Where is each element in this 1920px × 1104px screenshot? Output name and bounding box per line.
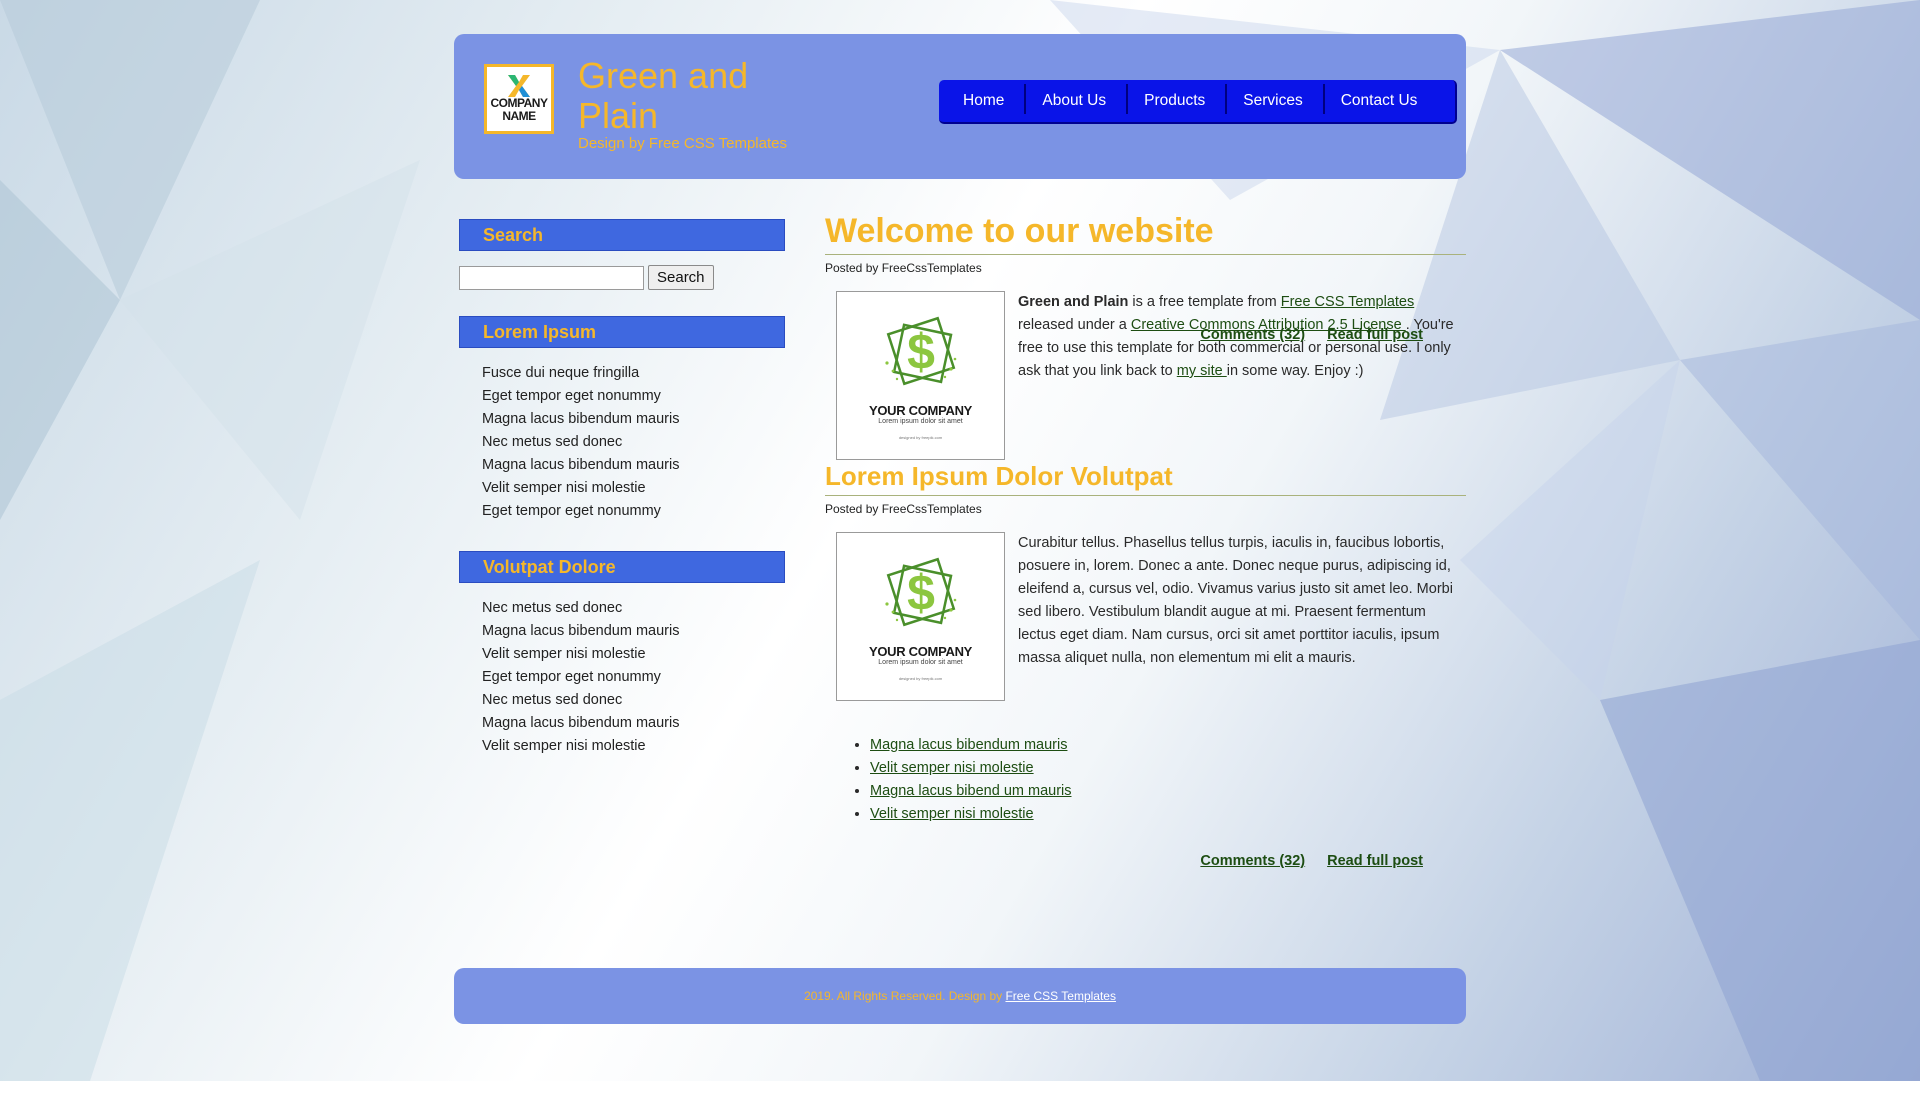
svg-text:$: $ [907,324,935,380]
list-item[interactable]: Fusce dui neque fringilla [482,362,785,385]
read-full-post-link[interactable]: Read full post [1327,853,1423,869]
search-button[interactable]: Search [648,265,714,290]
lorem-ipsum-heading: Lorem Ipsum [459,316,785,348]
logo-x-icon [508,75,530,97]
footer-text: 2019. All Rights Reserved. Design by [804,989,1006,1003]
search-heading: Search [459,219,785,251]
list-item: Magna lacus bibendum mauris [870,734,1466,757]
list-item[interactable]: Nec metus sed donec [482,597,785,620]
post-text-fragment: released under a [1018,317,1131,333]
nav-services[interactable]: Services [1227,84,1326,114]
nav-products[interactable]: Products [1128,84,1228,114]
list-item[interactable]: Magna lacus bibendum mauris [482,408,785,431]
bullet-link[interactable]: Velit semper nisi molestie [870,760,1034,776]
list-item[interactable]: Magna lacus bibendum mauris [482,712,785,735]
post-strong-text: Green and Plain [1018,294,1129,310]
nav-home[interactable]: Home [947,84,1027,114]
search-input[interactable] [459,265,644,290]
list-item[interactable]: Velit semper nisi molestie [482,643,785,666]
list-item[interactable]: Magna lacus bibendum mauris [482,454,785,477]
license-link[interactable]: Creative Commons Attribution 2.5 License [1131,317,1406,333]
bullet-link[interactable]: Magna lacus bibend um mauris [870,783,1072,799]
list-item[interactable]: Eget tempor eget nonummy [482,666,785,689]
post-byline: Posted by FreeCssTemplates [825,261,982,275]
lorem-ipsum-list: Fusce dui neque fringilla Eget tempor eg… [459,362,785,523]
thumb-company: YOUR COMPANY [868,644,973,659]
post-welcome: Welcome to our website Posted by FreeCss… [825,211,1466,460]
list-item[interactable]: Magna lacus bibendum mauris [482,620,785,643]
footer-link[interactable]: Free CSS Templates [1005,989,1116,1003]
post-text: Green and Plain is a free template from … [1018,291,1466,383]
post-links: Comments (32) Read full post [825,853,1466,869]
site-footer: 2019. All Rights Reserved. Design by Fre… [454,968,1466,1024]
list-item[interactable]: Eget tempor eget nonummy [482,385,785,408]
sidebar: Search Search Lorem Ipsum Fusce dui nequ… [459,219,785,786]
thumb-tagline: Lorem ipsum dolor sit amet [878,659,963,666]
list-item: Magna lacus bibend um mauris [870,780,1466,803]
main-nav: Home About Us Products Services Contact … [939,80,1457,124]
thumb-credit: designed by freepik.com [898,435,943,440]
site-title[interactable]: Green and Plain [578,56,778,136]
logo-text-line2: NAME [502,109,536,123]
list-item[interactable]: Nec metus sed donec [482,689,785,712]
list-item[interactable]: Nec metus sed donec [482,431,785,454]
search-form: Search [459,265,785,290]
nav-contact-us[interactable]: Contact Us [1325,92,1440,110]
bullet-link[interactable]: Magna lacus bibendum mauris [870,737,1067,753]
nav-about-us[interactable]: About Us [1026,84,1128,114]
company-logo[interactable]: COMPANY NAME [484,64,554,134]
dollar-logo-icon: $ [884,557,956,627]
post-bullet-list: Magna lacus bibendum mauris Velit semper… [825,734,1466,826]
post-text-fragment: is a free template from [1128,294,1281,310]
page-container: COMPANY NAME Green and Plain Design by F… [454,34,1466,1024]
thumb-tagline: Lorem ipsum dolor sit amet [878,418,963,425]
post-thumbnail: $ YOUR COMPANY Lorem ipsum dolor sit ame… [836,291,1005,460]
volutpat-dolore-heading: Volutpat Dolore [459,551,785,583]
title-divider [825,495,1466,496]
title-divider [825,254,1466,255]
post-thumbnail: $ YOUR COMPANY Lorem ipsum dolor sit ame… [836,532,1005,701]
my-site-link[interactable]: my site [1177,363,1227,379]
dollar-logo-icon: $ [884,316,956,386]
post-title[interactable]: Welcome to our website [825,211,1466,251]
post-lorem-ipsum: Lorem Ipsum Dolor Volutpat Posted by Fre… [825,460,1466,869]
thumb-credit: designed by freepik.com [898,676,943,681]
post-title[interactable]: Lorem Ipsum Dolor Volutpat [825,460,1466,492]
post-body: $ YOUR COMPANY Lorem ipsum dolor sit ame… [825,532,1466,704]
post-byline: Posted by FreeCssTemplates [825,502,982,516]
list-item[interactable]: Eget tempor eget nonummy [482,500,785,523]
list-item[interactable]: Velit semper nisi molestie [482,735,785,758]
site-subtitle: Design by Free CSS Templates [578,135,787,152]
svg-text:$: $ [907,565,935,621]
post-text: Curabitur tellus. Phasellus tellus turpi… [1018,535,1453,666]
site-header: COMPANY NAME Green and Plain Design by F… [454,34,1466,179]
list-item[interactable]: Velit semper nisi molestie [482,477,785,500]
bullet-link[interactable]: Velit semper nisi molestie [870,806,1034,822]
comments-link[interactable]: Comments (32) [1200,853,1305,869]
thumb-company: YOUR COMPANY [868,403,973,418]
post-text-fragment: in some way. Enjoy :) [1226,363,1364,379]
free-css-templates-link[interactable]: Free CSS Templates [1281,294,1415,310]
post-body: $ YOUR COMPANY Lorem ipsum dolor sit ame… [825,291,1466,463]
list-item: Velit semper nisi molestie [870,757,1466,780]
volutpat-dolore-list: Nec metus sed donec Magna lacus bibendum… [459,597,785,758]
list-item: Velit semper nisi molestie [870,803,1466,826]
main-content: Welcome to our website Posted by FreeCss… [825,211,1466,869]
